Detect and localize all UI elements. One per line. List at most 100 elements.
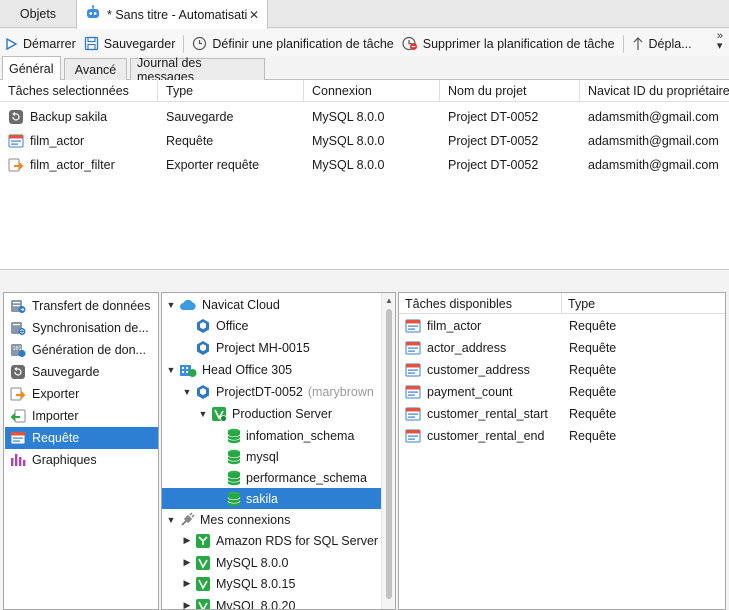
tree-owner-label: (marybrown — [307, 384, 374, 399]
close-tab-icon[interactable]: ✕ — [249, 8, 259, 22]
arrow-up-icon — [632, 36, 644, 51]
category-label: Génération de don... — [32, 343, 146, 357]
backup-icon — [10, 364, 26, 380]
column-header-available-tasks[interactable]: Tâches disponibles — [399, 293, 562, 314]
tree-node-db-sakila[interactable]: sakila — [162, 488, 381, 509]
task-type: Sauvegarde — [166, 110, 234, 124]
import-icon — [10, 408, 26, 424]
expand-arrow-icon[interactable]: ▶ — [180, 600, 194, 609]
start-button[interactable]: Démarrer — [0, 32, 80, 56]
column-header-project[interactable]: Nom du projet — [440, 80, 580, 102]
tree-node-conn-mysql8015[interactable]: ▶ MySQL 8.0.15 — [180, 573, 295, 594]
scrollbar-thumb[interactable] — [386, 309, 392, 599]
task-connection: MySQL 8.0.0 — [312, 158, 385, 172]
category-backup[interactable]: Sauvegarde — [5, 361, 158, 383]
expand-arrow-icon[interactable]: ▶ — [180, 578, 194, 589]
toolbar: Démarrer Sauvegarder Définir une planifi… — [0, 29, 729, 58]
tab-automation-document[interactable]: * Sans titre - Automatisation ✕ — [76, 0, 268, 29]
tree-node-project-mh[interactable]: Project MH-0015 — [180, 337, 310, 358]
mysql-connection-icon — [195, 555, 211, 571]
tree-node-db-performance-schema[interactable]: performance_schema — [212, 467, 367, 488]
collapse-arrow-icon[interactable]: ▼ — [164, 300, 178, 310]
collapse-arrow-icon[interactable]: ▼ — [180, 387, 194, 397]
tree-node-db-infomation-schema[interactable]: infomation_schema — [212, 425, 354, 446]
tab-general[interactable]: Général — [2, 56, 61, 81]
available-task-name: customer_rental_end — [427, 429, 545, 443]
list-item[interactable]: payment_count Requête — [399, 381, 725, 403]
query-icon — [405, 406, 421, 422]
available-tasks-header: Tâches disponibles Type — [399, 293, 725, 314]
category-export[interactable]: Exporter — [5, 383, 158, 405]
tab-document-title: * Sans titre - Automatisation — [107, 7, 247, 22]
tree-scrollbar[interactable]: ▲ — [381, 293, 395, 609]
category-import[interactable]: Importer — [5, 405, 158, 427]
category-sync[interactable]: Synchronisation de... — [5, 317, 158, 339]
tree-node-conn-amazon[interactable]: ▶ Amazon RDS for SQL Server — [180, 530, 378, 551]
list-item[interactable]: customer_address Requête — [399, 359, 725, 381]
task-owner: adamsmith@gmail.com — [588, 110, 719, 124]
task-connection: MySQL 8.0.0 — [312, 134, 385, 148]
tree-node-my-connections[interactable]: ▼ Mes connexions — [164, 509, 290, 530]
tree-node-head-office[interactable]: ▼ Head Office 305 — [164, 359, 292, 380]
tree-node-production-server[interactable]: ▼ Production Server — [196, 403, 332, 424]
collapse-arrow-icon[interactable]: ▼ — [164, 365, 178, 375]
tab-message-log[interactable]: Journal des messages — [130, 56, 265, 84]
column-header-type[interactable]: Type — [562, 293, 725, 314]
tree-node-conn-mysql800[interactable]: ▶ MySQL 8.0.0 — [180, 552, 289, 573]
collapse-arrow-icon[interactable]: ▼ — [164, 515, 178, 525]
query-icon — [405, 384, 421, 400]
table-row[interactable]: film_actor_filter Exporter requête MySQL… — [0, 153, 729, 177]
header-label: Navicat ID du propriétaire — [588, 84, 729, 98]
export-icon — [8, 157, 24, 173]
task-project: Project DT-0052 — [448, 110, 539, 124]
tab-advanced[interactable]: Avancé — [64, 58, 127, 80]
list-item[interactable]: customer_rental_end Requête — [399, 425, 725, 447]
save-button[interactable]: Sauvegarder — [80, 32, 180, 56]
column-header-connection[interactable]: Connexion — [304, 80, 440, 102]
available-task-type: Requête — [569, 341, 617, 355]
play-icon — [4, 37, 18, 51]
tree-label: MySQL 8.0.0 — [216, 555, 289, 570]
category-query[interactable]: Requête — [5, 427, 158, 449]
tree-node-office[interactable]: Office — [180, 315, 248, 336]
collapse-arrow-icon[interactable]: ▼ — [196, 409, 210, 419]
move-button[interactable]: Dépla... — [628, 32, 696, 56]
list-item[interactable]: film_actor Requête — [399, 315, 725, 337]
tree-label: Mes connexions — [200, 512, 291, 527]
toolbar-overflow-icon[interactable]: » ▾ — [717, 31, 723, 52]
list-item[interactable]: actor_address Requête — [399, 337, 725, 359]
column-header-task[interactable]: Tâches selectionnées — [0, 80, 158, 102]
set-schedule-button[interactable]: Définir une planification de tâche — [188, 32, 397, 56]
tree-label: MySQL 8.0.15 — [216, 576, 296, 591]
query-icon — [405, 362, 421, 378]
category-charts[interactable]: Graphiques — [5, 449, 158, 471]
delete-schedule-button[interactable]: Supprimer la planification de tâche — [398, 32, 619, 56]
tree-node-project-dt[interactable]: ▼ ProjectDT-0052 (marybrown — [180, 381, 374, 402]
expand-arrow-icon[interactable]: ▶ — [180, 535, 194, 546]
scroll-up-icon[interactable]: ▲ — [385, 296, 393, 305]
tree-node-navicat-cloud[interactable]: ▼ Navicat Cloud — [164, 294, 280, 315]
connection-tree: ▼ Navicat Cloud Office Project MH-0015 ▼… — [161, 292, 396, 610]
table-row[interactable]: Backup sakila Sauvegarde MySQL 8.0.0 Pro… — [0, 105, 729, 129]
category-data-generation[interactable]: 101 Génération de don... — [5, 339, 158, 361]
available-task-type: Requête — [569, 385, 617, 399]
expand-arrow-icon[interactable]: ▶ — [180, 557, 194, 568]
available-task-type: Requête — [569, 407, 617, 421]
tree-node-db-mysql[interactable]: mysql — [212, 446, 279, 467]
header-label: Tâches selectionnées — [8, 84, 129, 98]
available-tasks-list: Tâches disponibles Type film_actor Requê… — [398, 292, 726, 610]
tree-node-conn-mysql8020[interactable]: ▶ MySQL 8.0.20 — [180, 595, 296, 610]
tree-label: MySQL 8.0.20 — [216, 598, 296, 610]
database-icon — [227, 491, 241, 507]
category-transfer[interactable]: Transfert de données — [5, 295, 158, 317]
column-header-owner[interactable]: Navicat ID du propriétaire — [580, 80, 729, 102]
task-type: Requête — [166, 134, 214, 148]
tree-label: performance_schema — [246, 470, 367, 485]
query-icon — [405, 318, 421, 334]
column-header-type[interactable]: Type — [158, 80, 304, 102]
list-item[interactable]: customer_rental_start Requête — [399, 403, 725, 425]
table-row[interactable]: film_actor Requête MySQL 8.0.0 Project D… — [0, 129, 729, 153]
export-icon — [10, 386, 26, 402]
category-label: Graphiques — [32, 453, 97, 467]
tab-objets[interactable]: Objets — [0, 0, 76, 28]
